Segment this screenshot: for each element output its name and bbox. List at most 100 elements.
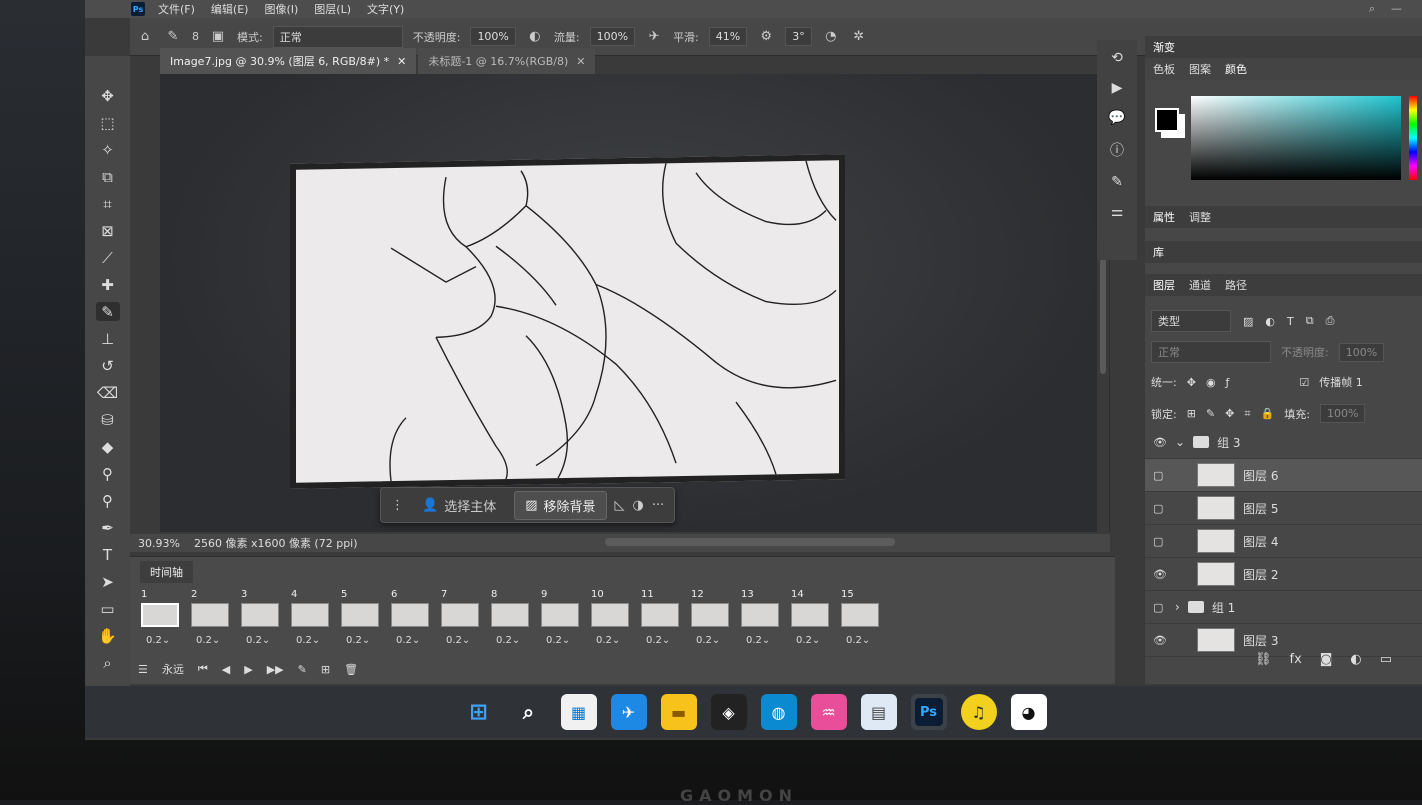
layer-group-row[interactable]: ▢ › 组 1 — [1145, 591, 1422, 624]
pressure-size-icon[interactable]: ◔ — [822, 28, 840, 46]
frame-thumbnail[interactable] — [341, 603, 379, 627]
rectangle-tool-icon[interactable]: ▭ — [96, 599, 120, 618]
windows-start-icon[interactable]: ⊞ — [461, 694, 497, 730]
filter-kind-select[interactable]: 类型 — [1151, 310, 1231, 332]
visibility-toggle[interactable]: ▢ — [1153, 535, 1169, 548]
tween-icon[interactable]: ✎ — [298, 663, 307, 676]
tab-gradient[interactable]: 渐变 — [1153, 39, 1175, 55]
menu-edit[interactable]: 编辑(E) — [211, 1, 249, 17]
fill-field[interactable]: 100% — [1320, 404, 1366, 423]
frame-thumbnail[interactable] — [791, 603, 829, 627]
chevron-down-icon[interactable]: ⌄ — [1175, 435, 1185, 449]
visibility-toggle[interactable]: ▢ — [1153, 469, 1169, 482]
menu-file[interactable]: 文件(F) — [158, 1, 195, 17]
prev-frame-icon[interactable]: ◀ — [222, 663, 230, 676]
frame-duration[interactable]: 0.2⌄ — [446, 635, 470, 646]
transform-icon[interactable]: ◺ — [615, 498, 625, 513]
tab-patterns[interactable]: 图案 — [1189, 61, 1211, 77]
symmetry-icon[interactable]: ✲ — [850, 28, 868, 46]
line-art-canvas[interactable] — [290, 154, 845, 489]
frame-thumbnail[interactable] — [491, 603, 529, 627]
layer-thumbnail[interactable] — [1197, 496, 1235, 520]
pressure-opacity-icon[interactable]: ◐ — [526, 28, 544, 46]
brush-preset-icon[interactable]: ✎ — [164, 28, 182, 46]
frame-duration[interactable]: 0.2⌄ — [296, 635, 320, 646]
mode-select[interactable]: 正常 — [272, 25, 403, 48]
pen-tool-icon[interactable]: ✒ — [96, 518, 120, 537]
frame-thumbnail[interactable] — [291, 603, 329, 627]
tab-color[interactable]: 颜色 — [1225, 61, 1247, 77]
layer-thumbnail[interactable] — [1197, 463, 1235, 487]
timeline-title[interactable]: 时间轴 — [140, 561, 193, 583]
frame-thumbnail[interactable] — [391, 603, 429, 627]
lock-pixels-icon[interactable]: ⊞ — [1187, 407, 1196, 420]
hue-slider[interactable] — [1409, 96, 1417, 180]
tab-image7[interactable]: Image7.jpg @ 30.9% (图层 6, RGB/8#) * ✕ — [160, 48, 417, 74]
frame-duration[interactable]: 0.2⌄ — [346, 635, 370, 646]
frame-thumbnail[interactable] — [741, 603, 779, 627]
layer-row[interactable]: ▢ 图层 4 — [1145, 525, 1422, 558]
smooth-field[interactable]: 41% — [708, 27, 748, 46]
frame-duration[interactable]: 0.2⌄ — [196, 635, 220, 646]
frame-thumbnail[interactable] — [641, 603, 679, 627]
mask-icon[interactable]: ◑ — [633, 498, 644, 513]
more-button[interactable]: ··· — [652, 498, 664, 513]
timeline-frame[interactable]: 14 0.2⌄ — [788, 589, 834, 649]
edge-icon[interactable]: ◍ — [760, 694, 797, 730]
layer-name[interactable]: 图层 4 — [1243, 533, 1278, 550]
path-select-icon[interactable]: ➤ — [96, 572, 120, 591]
layer-name[interactable]: 组 1 — [1212, 599, 1235, 616]
gear-icon[interactable]: ⚙ — [757, 28, 775, 46]
brush-settings-icon[interactable]: ▣ — [209, 28, 227, 46]
frame-duration[interactable]: 0.2⌄ — [146, 635, 170, 646]
chevron-right-icon[interactable]: › — [1175, 600, 1180, 614]
crop-tool-icon[interactable]: ⌗ — [96, 194, 120, 213]
layer-row[interactable]: 👁 图层 2 — [1145, 558, 1422, 591]
frame-thumbnail[interactable] — [141, 603, 179, 627]
type-tool-icon[interactable]: T — [96, 545, 120, 564]
frame-thumbnail[interactable] — [191, 603, 229, 627]
object-select-tool-icon[interactable]: ⧉ — [96, 167, 120, 186]
frame-duration[interactable]: 0.2⌄ — [596, 635, 620, 646]
layer-name[interactable]: 图层 3 — [1243, 632, 1278, 649]
filter-type-icon[interactable]: T — [1287, 315, 1294, 328]
frame-duration[interactable]: 0.2⌄ — [396, 635, 420, 646]
frame-thumbnail[interactable] — [841, 603, 879, 627]
zoom-tool-icon[interactable]: ⌕ — [96, 653, 120, 672]
brush-tool-icon[interactable]: ✎ — [95, 302, 120, 321]
brush-size[interactable]: 8 — [192, 30, 199, 43]
brush-settings-panel-icon[interactable]: ✎ — [1111, 174, 1123, 190]
timeline-frame[interactable]: 7 0.2⌄ — [438, 589, 484, 649]
hand-tool-icon[interactable]: ✋ — [96, 626, 120, 645]
calculator-icon[interactable]: ▤ — [860, 694, 897, 730]
tab-channels[interactable]: 通道 — [1189, 277, 1211, 293]
lock-paint-icon[interactable]: ✎ — [1206, 407, 1215, 420]
link-icon[interactable]: ⛓ — [1255, 652, 1272, 667]
duplicate-frame-icon[interactable]: ⊞ — [321, 663, 330, 676]
info-icon[interactable]: ⓘ — [1110, 140, 1124, 160]
eye-icon[interactable]: 👁 — [1153, 436, 1169, 449]
lock-position-icon[interactable]: ✥ — [1225, 407, 1234, 420]
lasso-tool-icon[interactable]: ✧ — [96, 140, 120, 159]
photoshop-taskbar-button[interactable]: Ps — [910, 694, 947, 730]
flow-field[interactable]: 100% — [589, 27, 636, 46]
move-tool-icon[interactable]: ✥ — [96, 86, 120, 105]
dodge-tool-icon[interactable]: ⚲ — [96, 464, 120, 483]
layer-row[interactable]: ▢ 图层 6 — [1145, 459, 1422, 492]
tab-swatches[interactable]: 色板 — [1153, 61, 1175, 77]
frame-duration[interactable]: 0.2⌄ — [746, 635, 770, 646]
history-brush-icon[interactable]: ↺ — [96, 356, 120, 375]
tab-library[interactable]: 库 — [1153, 244, 1164, 260]
layer-thumbnail[interactable] — [1197, 529, 1235, 553]
blend-mode-select[interactable]: 正常 — [1151, 341, 1271, 363]
layer-name[interactable]: 组 3 — [1217, 434, 1240, 451]
filter-adjust-icon[interactable]: ◐ — [1265, 315, 1275, 328]
frame-duration[interactable]: 0.2⌄ — [696, 635, 720, 646]
timeline-frame[interactable]: 9 0.2⌄ — [538, 589, 584, 649]
canvas-area[interactable] — [160, 74, 1110, 532]
file-explorer-icon[interactable]: ▬ — [660, 694, 697, 730]
unify-position-icon[interactable]: ✥ — [1187, 376, 1196, 389]
first-frame-icon[interactable]: ⏮ — [198, 662, 208, 676]
eye-icon[interactable]: 👁 — [1153, 634, 1169, 647]
healing-tool-icon[interactable]: ✚ — [96, 275, 120, 294]
